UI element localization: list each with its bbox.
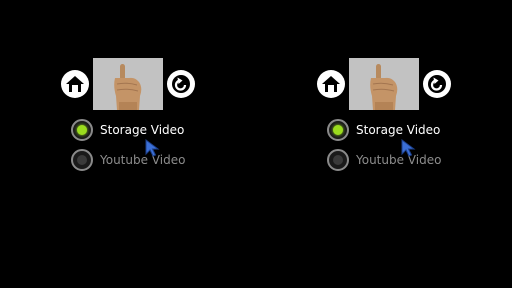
back-arrow-icon xyxy=(172,75,190,93)
home-button[interactable] xyxy=(317,70,345,98)
option-label: Youtube Video xyxy=(356,153,442,167)
option-youtube-video[interactable]: Youtube Video xyxy=(327,147,441,173)
option-youtube-video[interactable]: Youtube Video xyxy=(71,147,185,173)
back-button[interactable] xyxy=(167,70,195,98)
radio-selected-icon[interactable] xyxy=(327,119,349,141)
radio-unselected-icon[interactable] xyxy=(71,149,93,171)
option-storage-video[interactable]: Storage Video xyxy=(71,117,184,143)
video-thumbnail[interactable] xyxy=(349,58,419,110)
hand-gesture-thumbnail xyxy=(93,58,163,110)
left-eye-view: Storage Video Youtube Video xyxy=(0,0,256,288)
option-label: Youtube Video xyxy=(100,153,186,167)
pointer-cursor-icon xyxy=(401,139,416,157)
home-icon xyxy=(322,76,340,92)
radio-selected-icon[interactable] xyxy=(71,119,93,141)
home-icon xyxy=(66,76,84,92)
back-button[interactable] xyxy=(423,70,451,98)
option-label: Storage Video xyxy=(356,123,441,137)
stereo-vr-screen: Storage Video Youtube Video Storage Vide… xyxy=(0,0,512,288)
home-button[interactable] xyxy=(61,70,89,98)
back-arrow-icon xyxy=(428,75,446,93)
option-storage-video[interactable]: Storage Video xyxy=(327,117,440,143)
video-thumbnail[interactable] xyxy=(93,58,163,110)
radio-unselected-icon[interactable] xyxy=(327,149,349,171)
option-label: Storage Video xyxy=(100,123,185,137)
right-eye-view: Storage Video Youtube Video xyxy=(256,0,512,288)
pointer-cursor-icon xyxy=(145,139,160,157)
hand-gesture-thumbnail xyxy=(349,58,419,110)
